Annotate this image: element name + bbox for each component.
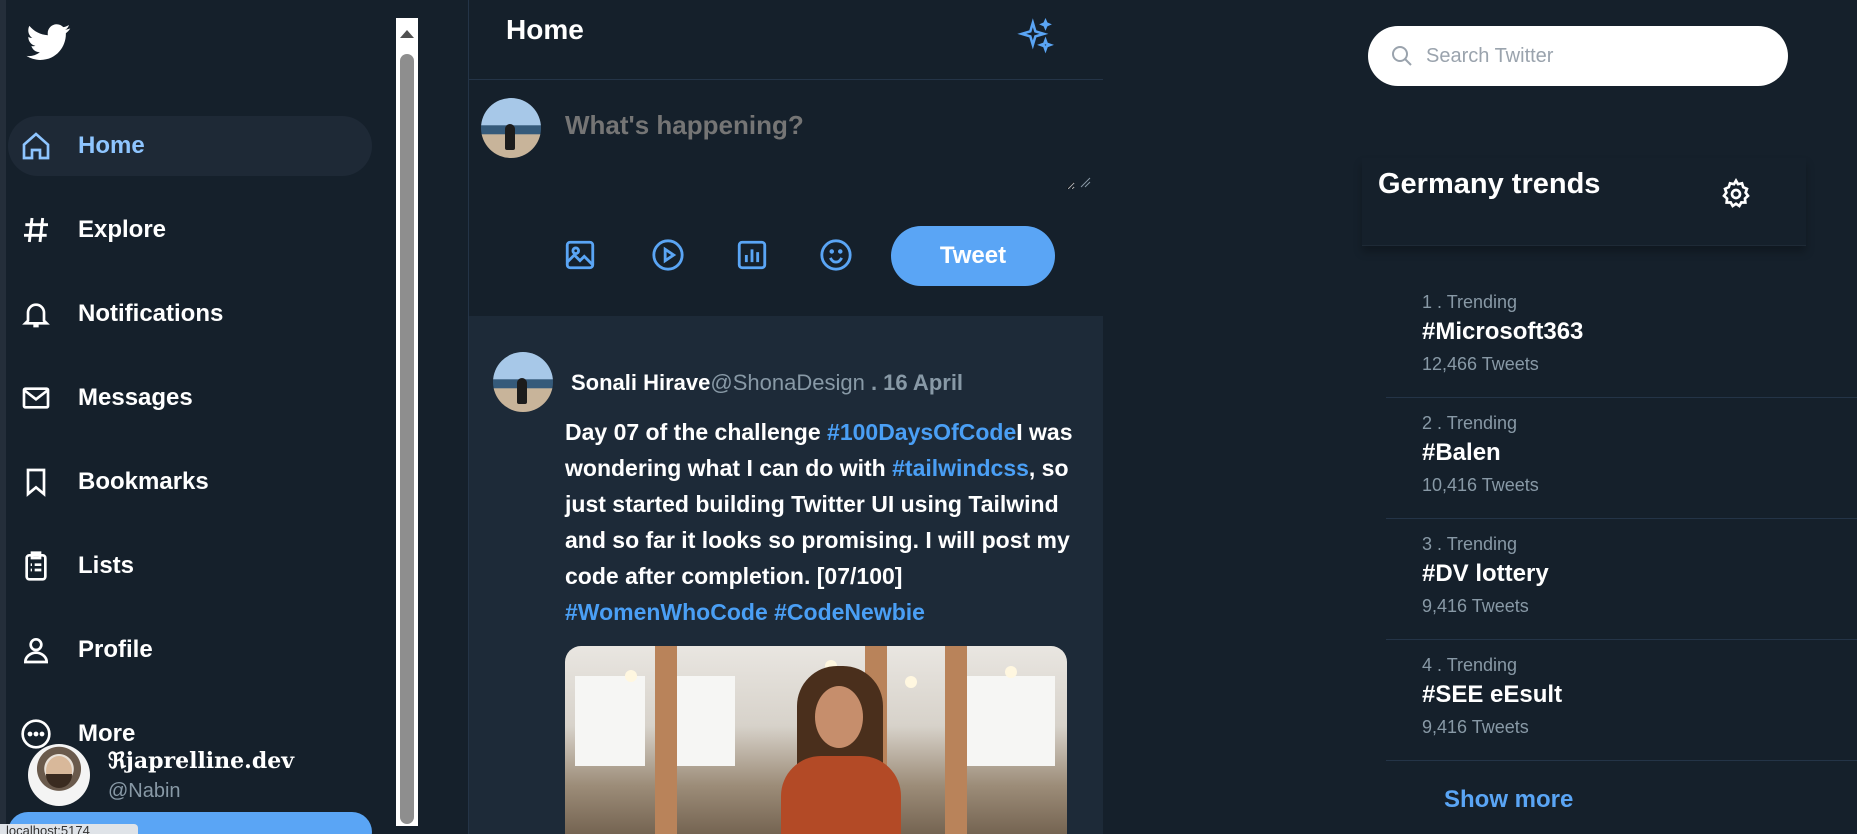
trend-meta: 3 . Trending: [1422, 534, 1518, 554]
tweet-date: . 16 April: [864, 370, 964, 395]
sidebar-item-messages[interactable]: Messages: [8, 368, 372, 428]
trend-count: 10,416 Tweets: [1422, 475, 1539, 495]
search-input[interactable]: [1426, 40, 1766, 72]
hashtag-link[interactable]: #tailwindcss: [892, 455, 1029, 481]
window-edge: [0, 0, 6, 834]
emoji-icon[interactable]: [819, 238, 853, 272]
scrollbar-thumb[interactable]: [400, 54, 414, 824]
bookmark-icon: [26, 468, 46, 497]
hashtag-link[interactable]: #WomenWhoCode: [565, 599, 768, 625]
trend-tag[interactable]: #Balen: [1422, 439, 1501, 467]
trend-item[interactable]: 3 . Trending #DV lottery 9,416 Tweets: [1386, 520, 1857, 640]
hashtag-icon: [24, 217, 48, 243]
sidebar-item-notifications[interactable]: Notifications: [8, 284, 372, 344]
clipboard-list-icon: [25, 551, 47, 581]
sidebar-item-label: Notifications: [78, 300, 224, 327]
sidebar-item-profile[interactable]: Profile: [8, 620, 372, 680]
resize-handle-icon[interactable]: [1079, 176, 1091, 188]
bell-icon: [22, 303, 50, 328]
profile-handle: @Nabin: [108, 780, 181, 802]
video-play-icon[interactable]: [651, 238, 685, 272]
sidebar-item-label: Home: [78, 132, 145, 159]
trend-item[interactable]: 2 . Trending #Balen 10,416 Tweets: [1386, 399, 1857, 519]
sidebar-item-lists[interactable]: Lists: [8, 536, 372, 596]
sidebar-item-label: Bookmarks: [78, 468, 209, 495]
left-sidebar: Home Explore Notifications Messages Book…: [0, 0, 396, 834]
tweet-text: Day 07 of the challenge #100DaysOfCodeI …: [565, 414, 1085, 630]
sidebar-item-bookmarks[interactable]: Bookmarks: [8, 452, 372, 512]
tweet-header: Sonali Hirave@ShonaDesign . 16 April: [571, 370, 963, 396]
main-feed: Home Tweet Sonali Hirave@ShonaDesign . 1…: [468, 0, 1103, 834]
image-icon[interactable]: [563, 238, 597, 272]
show-more-link[interactable]: Show more: [1444, 786, 1573, 814]
sidebar-item-label: Messages: [78, 384, 193, 411]
trend-count: 12,466 Tweets: [1422, 354, 1539, 374]
trend-meta: 2 . Trending: [1422, 413, 1518, 433]
trend-meta: 1 . Trending: [1422, 292, 1518, 312]
url-tooltip: localhost:5174: [0, 824, 138, 834]
envelope-icon: [22, 387, 50, 409]
tweet-image[interactable]: [565, 646, 1067, 834]
scroll-up-arrow-icon[interactable]: [400, 30, 414, 38]
tweet-text-part: Day 07 of the challenge: [565, 419, 828, 445]
sidebar-item-label: Profile: [78, 636, 153, 663]
hashtag-link[interactable]: #100DaysOfCode: [827, 419, 1016, 445]
search-icon: [1392, 46, 1412, 66]
trend-tag[interactable]: #DV lottery: [1422, 560, 1549, 588]
trend-item[interactable]: 4 . Trending #SEE eEsult 9,416 Tweets: [1386, 641, 1857, 761]
avatar: [481, 98, 541, 158]
profile-name: ℜjaprelline.dev: [108, 748, 294, 774]
search-bar[interactable]: [1368, 26, 1788, 86]
sidebar-scrollbar[interactable]: [396, 18, 418, 826]
feed-header: Home: [469, 0, 1103, 80]
hashtag-link[interactable]: #CodeNewbie: [774, 599, 925, 625]
tweet-input[interactable]: [565, 110, 1075, 190]
trend-meta: 4 . Trending: [1422, 655, 1518, 675]
user-icon: [23, 638, 49, 664]
sidebar-item-explore[interactable]: Explore: [8, 200, 372, 260]
page-title: Home: [506, 14, 584, 45]
tweet-card[interactable]: Sonali Hirave@ShonaDesign . 16 April Day…: [469, 316, 1103, 834]
trends-title: Germany trends: [1378, 168, 1601, 200]
twitter-logo-icon[interactable]: [24, 20, 74, 64]
avatar: [28, 744, 90, 806]
tweet-button[interactable]: Tweet: [891, 226, 1055, 286]
sidebar-item-home[interactable]: Home: [8, 116, 372, 176]
tweet-author[interactable]: Sonali Hirave: [571, 370, 710, 395]
trends-header: Germany trends: [1362, 158, 1806, 246]
trend-count: 9,416 Tweets: [1422, 717, 1529, 737]
poll-chart-icon[interactable]: [735, 238, 769, 272]
sparkle-icon[interactable]: [1017, 18, 1055, 56]
trend-count: 9,416 Tweets: [1422, 596, 1529, 616]
trend-tag[interactable]: #SEE eEsult: [1422, 681, 1562, 709]
trend-item[interactable]: 1 . Trending #Microsoft363 12,466 Tweets: [1386, 278, 1857, 398]
home-icon: [22, 132, 50, 160]
account-switcher[interactable]: ℜjaprelline.dev @Nabin: [28, 740, 368, 808]
sidebar-item-label: Lists: [78, 552, 135, 579]
tweet-composer: Tweet: [469, 80, 1103, 316]
right-sidebar: Germany trends 1 . Trending #Microsoft36…: [1102, 0, 1857, 834]
trend-tag[interactable]: #Microsoft363: [1422, 318, 1583, 346]
gear-icon[interactable]: [1720, 178, 1752, 210]
avatar[interactable]: [493, 352, 553, 412]
sidebar-item-label: Explore: [78, 216, 167, 243]
tweet-handle[interactable]: @ShonaDesign: [710, 370, 864, 395]
